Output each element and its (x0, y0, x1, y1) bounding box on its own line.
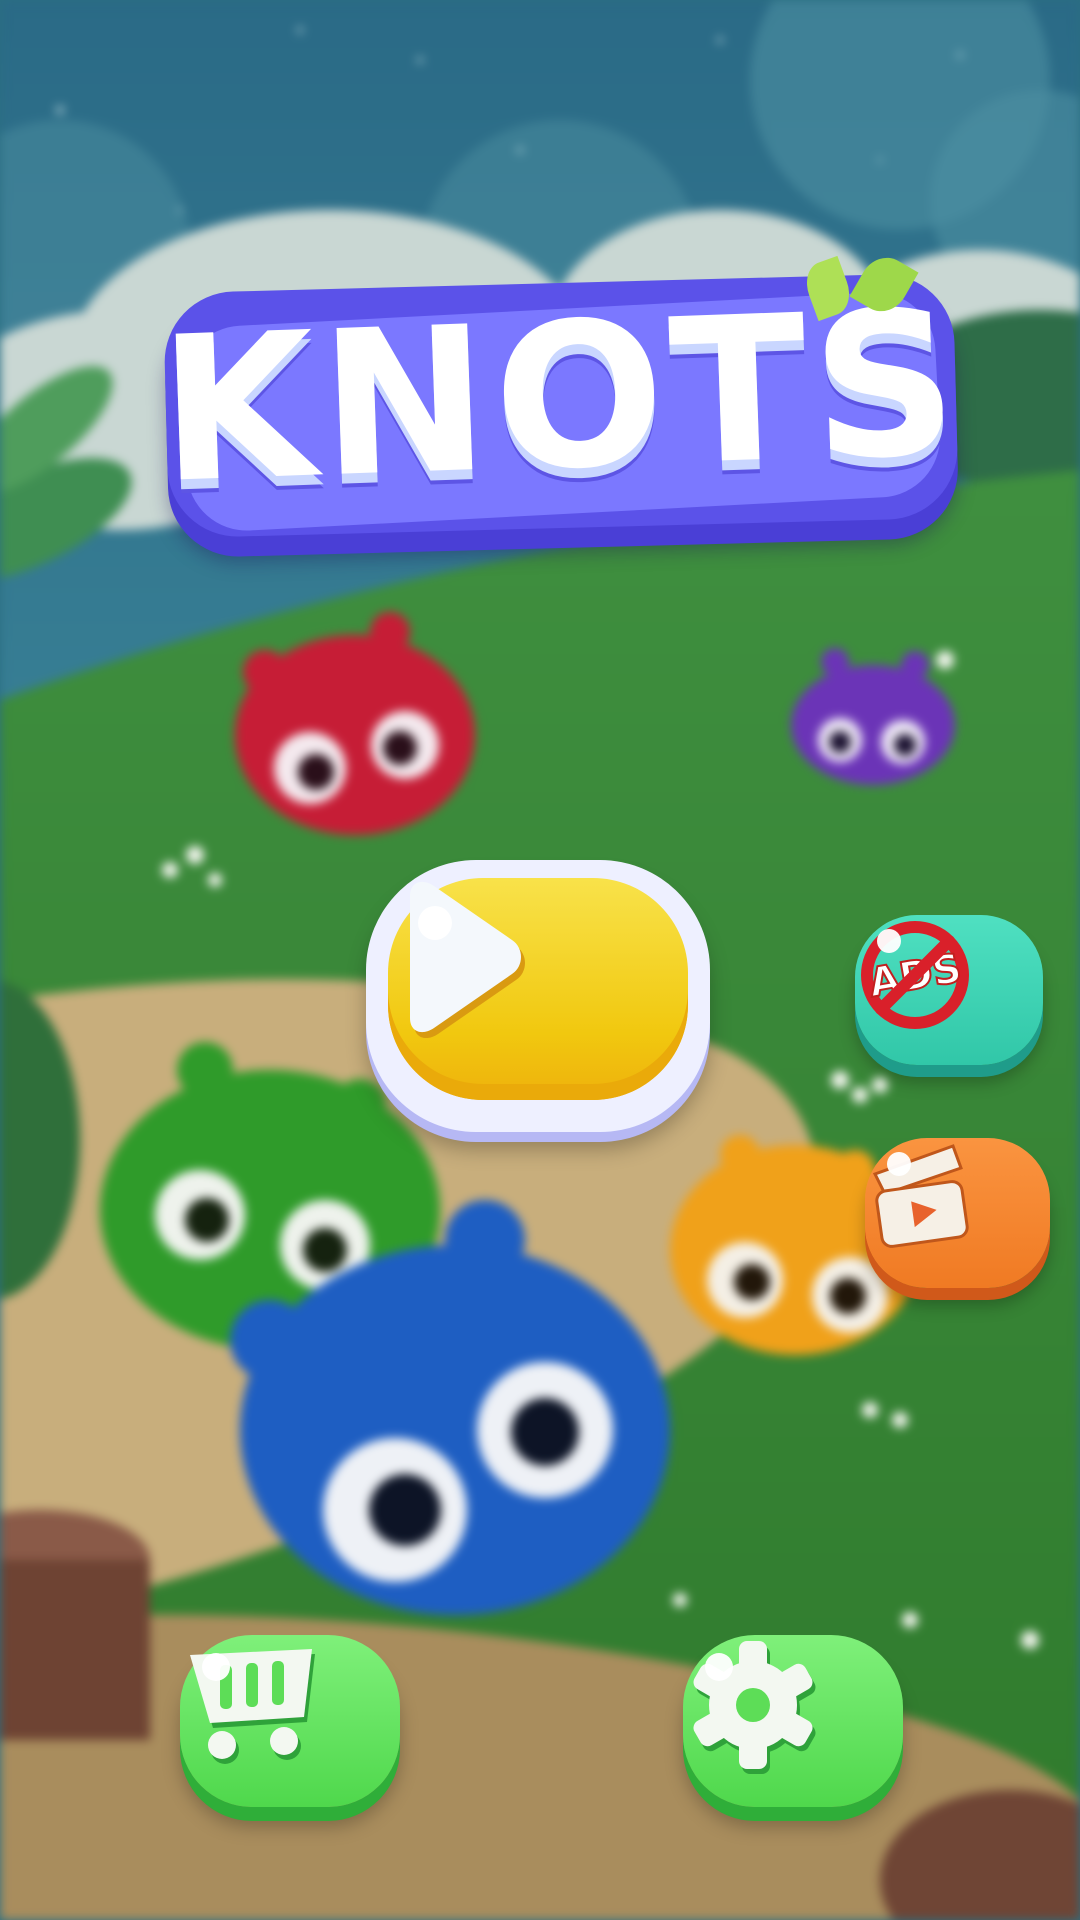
play-icon (410, 881, 525, 1039)
play-button[interactable] (366, 860, 710, 1132)
play-button-face (388, 878, 688, 1100)
gloss-highlight (887, 1152, 911, 1176)
gear-icon (693, 1641, 816, 1774)
watch-video-button[interactable] (865, 1138, 1050, 1288)
shopping-cart-icon (190, 1649, 315, 1764)
no-ads-icon: ADS (861, 921, 969, 1029)
gloss-highlight (202, 1653, 230, 1681)
video-reward-icon (872, 1144, 969, 1248)
shop-button[interactable] (180, 1635, 400, 1807)
settings-button[interactable] (683, 1635, 903, 1807)
gloss-highlight (877, 929, 901, 953)
gloss-highlight (418, 906, 452, 940)
remove-ads-button[interactable]: ADS (855, 915, 1043, 1065)
gloss-highlight (705, 1653, 733, 1681)
game-logo: KNOTS (156, 248, 966, 555)
